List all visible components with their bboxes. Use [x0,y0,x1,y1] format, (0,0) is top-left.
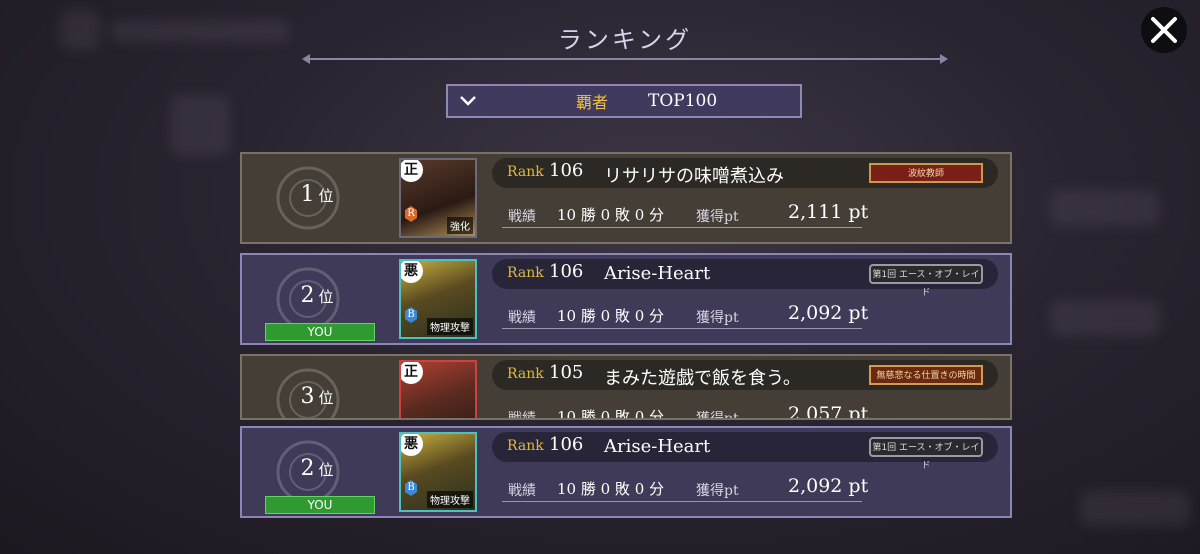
skill-label: 強化 [447,217,473,234]
stat-divider [502,328,862,329]
title-badge: 第1回 エース・オブ・レイド [869,264,983,298]
player-avatar[interactable]: 正 [399,360,477,418]
alignment-badge: 悪 [401,261,423,283]
you-badge: YOU [265,323,375,341]
points-value: 2,111 pt [788,201,869,223]
player-avatar[interactable]: 正 R 強化 [399,158,477,238]
points-label: 獲得pt [696,483,739,499]
title-badge: 第1回 エース・オブ・レイド [869,437,983,471]
stat-divider [502,227,862,228]
skill-label: 物理攻撃 [427,491,473,508]
filter-category: 覇者 [576,93,609,112]
points-label: 獲得pt [696,310,739,326]
close-icon [1151,17,1177,43]
record-label: 戦績 [508,411,536,420]
ranking-row-you[interactable]: 2位 YOU 悪 B 物理攻撃 Rank 106 Arise-Heart 第1回… [240,253,1012,345]
background-blur [1050,300,1160,336]
rank-position: 2位 [300,456,334,481]
points-value: 2,092 pt [788,475,869,497]
points-label: 獲得pt [696,209,739,225]
player-rank: 106 [549,261,584,282]
ranking-filter-dropdown[interactable]: 覇者 TOP100 [446,84,802,118]
player-avatar[interactable]: 悪 B 物理攻撃 [399,259,477,339]
stat-divider [502,501,862,502]
alignment-badge: 悪 [401,434,423,456]
skill-label: 物理攻撃 [427,318,473,335]
player-rank: 106 [549,160,584,181]
ranking-row[interactable]: 3位 正 Rank 105 まみた遊戯で飯を食う。 無慈悲なる仕置きの時間 戦績… [240,354,1012,420]
title-badge: 無慈悲なる仕置きの時間 [869,365,983,385]
chevron-down-icon [460,96,476,106]
rank-label: Rank [507,164,544,180]
filter-value: TOP100 [648,91,718,111]
record-value: 10 勝 0 敗 0 分 [557,408,665,420]
record-value: 10 勝 0 敗 0 分 [557,206,665,224]
alignment-badge: 正 [401,160,423,182]
record-label: 戦績 [508,483,536,499]
rank-label: Rank [507,265,544,281]
ranking-header: ランキング [0,0,1200,140]
player-rank: 105 [549,362,584,383]
record-label: 戦績 [508,209,536,225]
rank-label: Rank [507,438,544,454]
ranking-row-you-pinned[interactable]: 2位 YOU 悪 B 物理攻撃 Rank 106 Arise-Heart 第1回… [240,426,1012,518]
points-value: 2,092 pt [788,302,869,324]
page-title: ランキング [557,26,693,54]
title-divider [302,54,948,64]
rank-position: 1位 [300,182,334,207]
points-label: 獲得pt [696,411,739,420]
close-button[interactable] [1141,7,1187,53]
player-name: まみた遊戯で飯を食う。 [604,368,801,389]
rank-position: 2位 [300,283,334,308]
rank-position: 3位 [300,384,334,409]
record-value: 10 勝 0 敗 0 分 [557,480,665,498]
you-badge: YOU [265,496,375,514]
rank-label: Rank [507,366,544,382]
record-value: 10 勝 0 敗 0 分 [557,307,665,325]
player-name: Arise-Heart [604,436,711,457]
title-badge: 波紋教師 [869,163,983,183]
background-blur [1050,190,1160,226]
player-rank: 106 [549,434,584,455]
player-name: Arise-Heart [604,263,711,284]
alignment-badge: 正 [401,362,423,384]
player-avatar[interactable]: 悪 B 物理攻撃 [399,432,477,512]
points-value: 2,057 pt [788,403,869,420]
player-name: リサリサの味噌煮込み [604,166,784,187]
background-blur [1080,490,1190,526]
record-label: 戦績 [508,310,536,326]
ranking-row[interactable]: 1位 正 R 強化 Rank 106 リサリサの味噌煮込み 波紋教師 戦績 10… [240,152,1012,244]
